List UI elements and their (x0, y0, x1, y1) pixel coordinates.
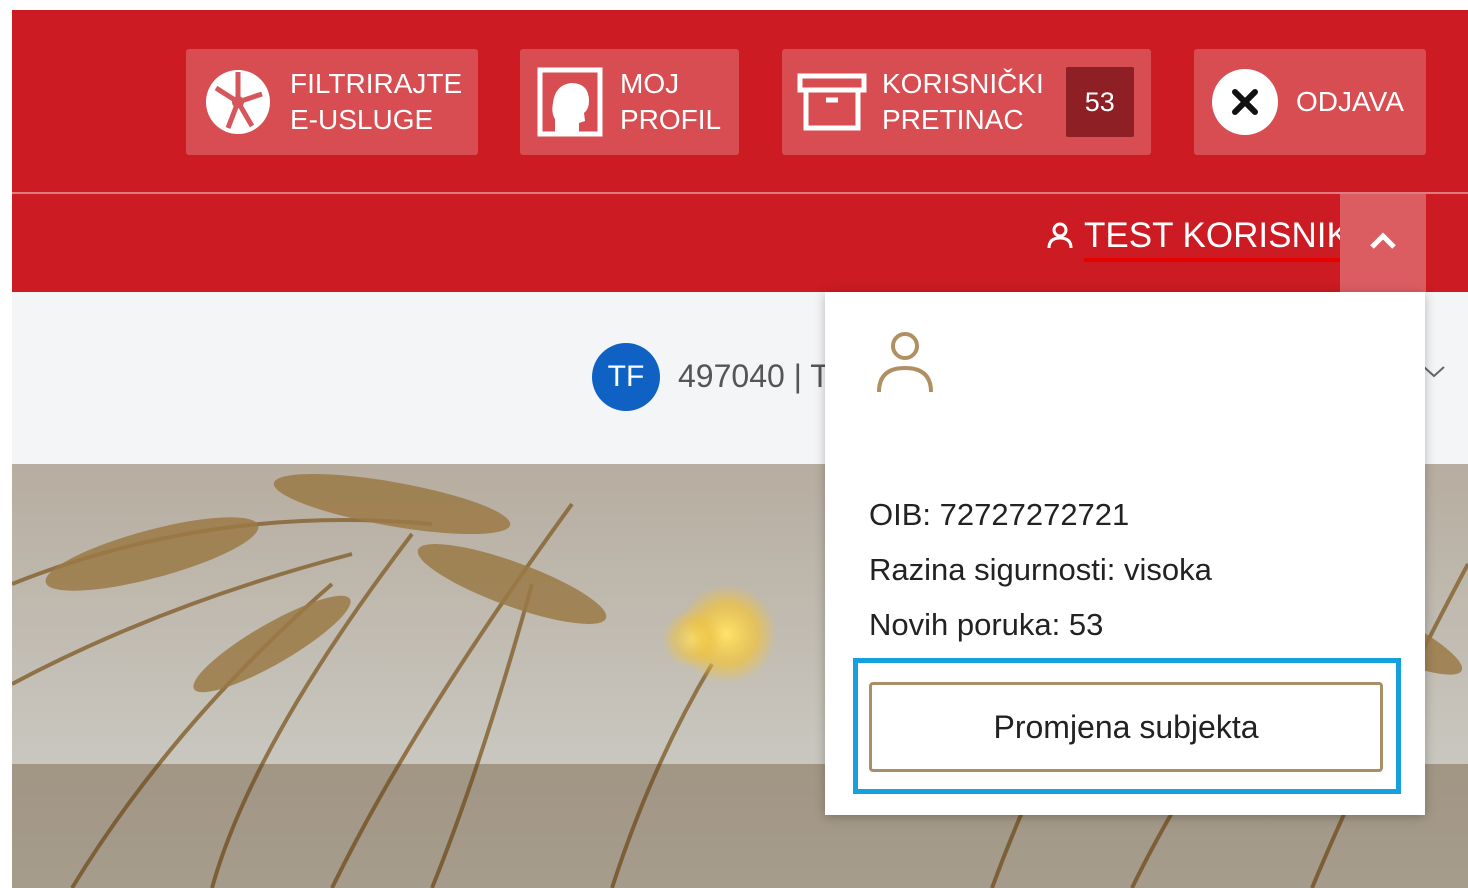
inbox-label-line1: KORISNIČKI (882, 68, 1044, 99)
my-profile-label: MOJ PROFIL (620, 66, 721, 138)
user-icon (873, 328, 937, 401)
security-level-text: Razina sigurnosti: visoka (869, 552, 1212, 587)
user-inbox-button[interactable]: KORISNIČKI PRETINAC 53 (782, 49, 1151, 155)
globe-icon (186, 66, 290, 138)
profile-head-icon (520, 67, 620, 137)
user-inbox-label: KORISNIČKI PRETINAC (882, 66, 1044, 138)
user-bar: TEST KORISNIK (12, 194, 1468, 292)
top-navigation-bar: FILTRIRAJTE E-USLUGE MOJ PROFIL KORISNIČ… (12, 10, 1468, 194)
user-icon (1046, 219, 1074, 259)
logout-button[interactable]: ODJAVA (1194, 49, 1426, 155)
profile-label-line2: PROFIL (620, 104, 722, 135)
user-name-link[interactable]: TEST KORISNIK (1046, 216, 1350, 262)
filter-label-line1: FILTRIRAJTE (290, 68, 463, 99)
page: FILTRIRAJTE E-USLUGE MOJ PROFIL KORISNIČ… (12, 10, 1468, 888)
logout-label: ODJAVA (1296, 86, 1404, 117)
filter-label-line2: E-USLUGE (290, 104, 434, 135)
subject-avatar: TF (592, 343, 660, 411)
profile-label-line1: MOJ (620, 68, 680, 99)
user-menu-toggle-button[interactable] (1340, 194, 1426, 292)
change-subject-button[interactable]: Promjena subjekta (869, 682, 1383, 772)
oib-text: OIB: 72727272721 (869, 497, 1130, 532)
user-dropdown-panel: OIB: 72727272721 Razina sigurnosti: viso… (825, 292, 1425, 815)
my-profile-button[interactable]: MOJ PROFIL (520, 49, 739, 155)
archive-box-icon (782, 72, 882, 132)
user-name: TEST KORISNIK (1084, 216, 1350, 262)
filter-e-services-label: FILTRIRAJTE E-USLUGE (290, 66, 462, 138)
inbox-count-badge: 53 (1065, 67, 1134, 137)
chevron-down-icon[interactable] (1422, 362, 1446, 385)
new-messages-text: Novih poruka: 53 (869, 607, 1104, 642)
subject-label[interactable]: 497040 | T (678, 358, 830, 395)
chevron-up-icon (1368, 231, 1398, 256)
close-icon (1194, 68, 1296, 136)
inbox-label-line2: PRETINAC (882, 104, 1024, 135)
filter-e-services-button[interactable]: FILTRIRAJTE E-USLUGE (186, 49, 478, 155)
